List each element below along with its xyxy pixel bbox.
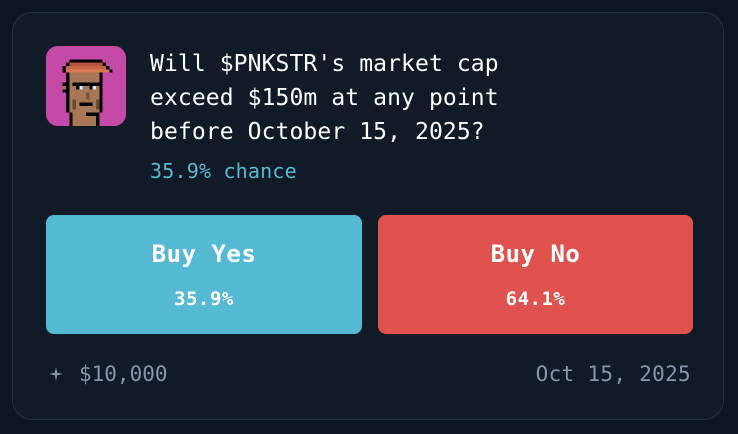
cryptopunk-avatar-icon [46, 46, 126, 126]
question-line-2: exceed $150m at any point [150, 85, 499, 111]
buy-no-percent: 64.1% [505, 288, 566, 310]
volume-amount: $10,000 [79, 362, 168, 386]
buy-yes-label: Buy Yes [151, 240, 257, 268]
buy-yes-button[interactable]: Buy Yes 35.9% [46, 215, 362, 334]
chance-text: 35.9% chance [150, 159, 297, 183]
buy-no-button[interactable]: Buy No 64.1% [378, 215, 693, 334]
sparkle-icon [49, 367, 63, 381]
end-date: Oct 15, 2025 [535, 362, 691, 386]
market-card[interactable]: Will $PNKSTR's market cap exceed $150m a… [12, 12, 724, 420]
buy-yes-percent: 35.9% [174, 288, 234, 310]
question-line-3: before October 15, 2025? [150, 119, 485, 145]
question-line-1: Will $PNKSTR's market cap [150, 51, 499, 77]
market-question: Will $PNKSTR's market cap exceed $150m a… [150, 47, 620, 149]
buy-no-label: Buy No [490, 240, 581, 268]
volume: $10,000 [49, 362, 168, 386]
